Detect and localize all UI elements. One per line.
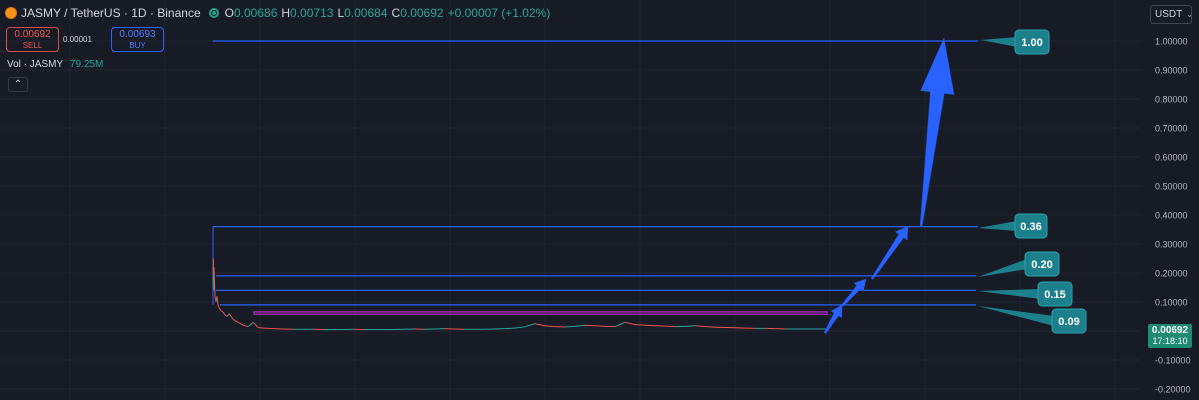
ohlc-open-label: O <box>224 6 234 20</box>
y-tick-label: 0.30000 <box>1155 240 1188 250</box>
price-segment <box>263 327 274 330</box>
market-status-icon <box>208 8 219 18</box>
arrow-to-0.09 <box>823 304 843 334</box>
price-segment <box>218 307 222 311</box>
price-segment <box>247 321 254 328</box>
target-callout: 1.00 <box>981 29 1050 55</box>
ohlc-close-label: C <box>391 6 401 20</box>
ohlc-close-value: 0.00692 <box>400 6 444 20</box>
callout-pointer <box>981 37 1017 47</box>
buy-price: 0.00693 <box>119 28 156 40</box>
price-segment <box>243 324 249 328</box>
range-box <box>253 311 828 315</box>
bar-countdown: 17:18:10 <box>1152 336 1188 346</box>
price-segment <box>584 324 595 327</box>
price-segment <box>222 311 226 316</box>
last-price-tag: 0.00692 17:18:10 <box>1148 324 1192 348</box>
jasmy-logo-icon <box>5 7 17 19</box>
target-levels <box>212 40 978 306</box>
y-tick-label: 0.70000 <box>1155 124 1188 134</box>
price-segment <box>514 326 525 329</box>
ohlc-low-value: 0.00684 <box>344 6 388 20</box>
volume-label: Vol · JASMY <box>7 59 64 70</box>
price-segment <box>624 321 636 326</box>
y-tick-label: 0.90000 <box>1155 66 1188 76</box>
price-segment <box>594 325 605 327</box>
currency-label: USDT <box>1155 9 1183 20</box>
consolidation-range-box <box>253 311 828 315</box>
price-segment <box>220 310 224 313</box>
price-segment <box>216 296 219 305</box>
ohlc-high-value: 0.00713 <box>290 6 334 20</box>
price-segment <box>217 304 220 308</box>
symbol-title[interactable]: JASMY / TetherUS · 1D · Binance <box>21 6 201 20</box>
callout-label: 0.20 <box>1031 259 1052 271</box>
price-segment <box>574 324 585 327</box>
sell-price: 0.00692 <box>14 28 51 40</box>
callout-label: 0.09 <box>1058 316 1079 328</box>
target-callout: 0.36 <box>978 213 1048 239</box>
price-segment <box>237 321 244 326</box>
y-tick-label: 0.80000 <box>1155 95 1188 105</box>
price-segment <box>685 325 696 327</box>
callout-label: 1.00 <box>1021 37 1042 49</box>
ohlc-high-label: H <box>281 6 291 20</box>
price-segment <box>524 323 535 328</box>
price-segment <box>614 321 626 328</box>
price-segment <box>232 318 239 323</box>
y-tick-label: 0.20000 <box>1155 269 1188 279</box>
price-segment <box>252 321 259 328</box>
y-tick-label: 0.40000 <box>1155 211 1188 221</box>
sell-button[interactable]: 0.00692 SELL <box>6 27 59 52</box>
callout-pointer <box>978 306 1054 326</box>
callout-pointer <box>978 221 1017 231</box>
price-segment <box>665 325 676 328</box>
target-callouts: 1.00 0.36 0.20 0.15 0.09 <box>978 29 1087 334</box>
y-tick-label: -0.10000 <box>1155 356 1191 366</box>
last-price: 0.00692 <box>1151 325 1189 336</box>
volume-legend[interactable]: Vol · JASMY 79.25M <box>7 59 103 70</box>
price-chart[interactable]: 1.00000 0.90000 0.80000 0.70000 0.60000 0.500… <box>0 0 1199 400</box>
ohlc-low-label: L <box>337 6 345 20</box>
price-segment <box>705 326 716 328</box>
price-segment <box>504 327 515 330</box>
ohlc-change: +0.00007 (+1.02%) <box>447 6 551 20</box>
target-callout: 0.09 <box>978 306 1087 334</box>
spread-value: 0.00001 <box>63 35 92 44</box>
price-segment <box>564 325 575 328</box>
ohlc-open-value: 0.00686 <box>233 6 278 20</box>
volume-value: 79.25M <box>69 59 104 70</box>
collapse-legend-button[interactable]: ⌃ <box>8 77 28 92</box>
arrow-to-0.15 <box>840 278 867 308</box>
price-segment <box>645 324 656 327</box>
buy-label: BUY <box>129 40 146 50</box>
currency-selector[interactable]: USDT ⌄ <box>1150 5 1193 24</box>
price-segment <box>258 327 264 329</box>
chart-grid <box>0 0 1140 400</box>
y-tick-label: 1.00000 <box>1155 37 1188 47</box>
price-series <box>212 258 826 331</box>
callout-label: 0.36 <box>1020 221 1041 233</box>
price-segment <box>213 267 216 297</box>
y-tick-label: -0.20000 <box>1155 385 1191 395</box>
price-segment <box>544 325 555 328</box>
arrow-to-0.36 <box>870 225 909 280</box>
price-segment <box>534 323 545 327</box>
y-tick-label: 0.60000 <box>1155 153 1188 163</box>
price-segment <box>695 325 706 328</box>
chevron-up-icon: ⌃ <box>13 79 23 90</box>
price-segment <box>228 313 234 320</box>
symbol-header: JASMY / TetherUS · 1D · Binance O 0.0068… <box>5 4 550 22</box>
callout-pointer <box>978 289 1040 299</box>
buy-button[interactable]: 0.00693 BUY <box>111 27 164 52</box>
chevron-down-icon: ⌄ <box>1186 10 1193 19</box>
y-tick-label: 0.50000 <box>1155 182 1188 192</box>
price-segment <box>635 324 646 326</box>
callout-label: 0.15 <box>1044 289 1065 301</box>
y-tick-label: 0.10000 <box>1155 298 1188 308</box>
sell-label: SELL <box>22 40 43 50</box>
